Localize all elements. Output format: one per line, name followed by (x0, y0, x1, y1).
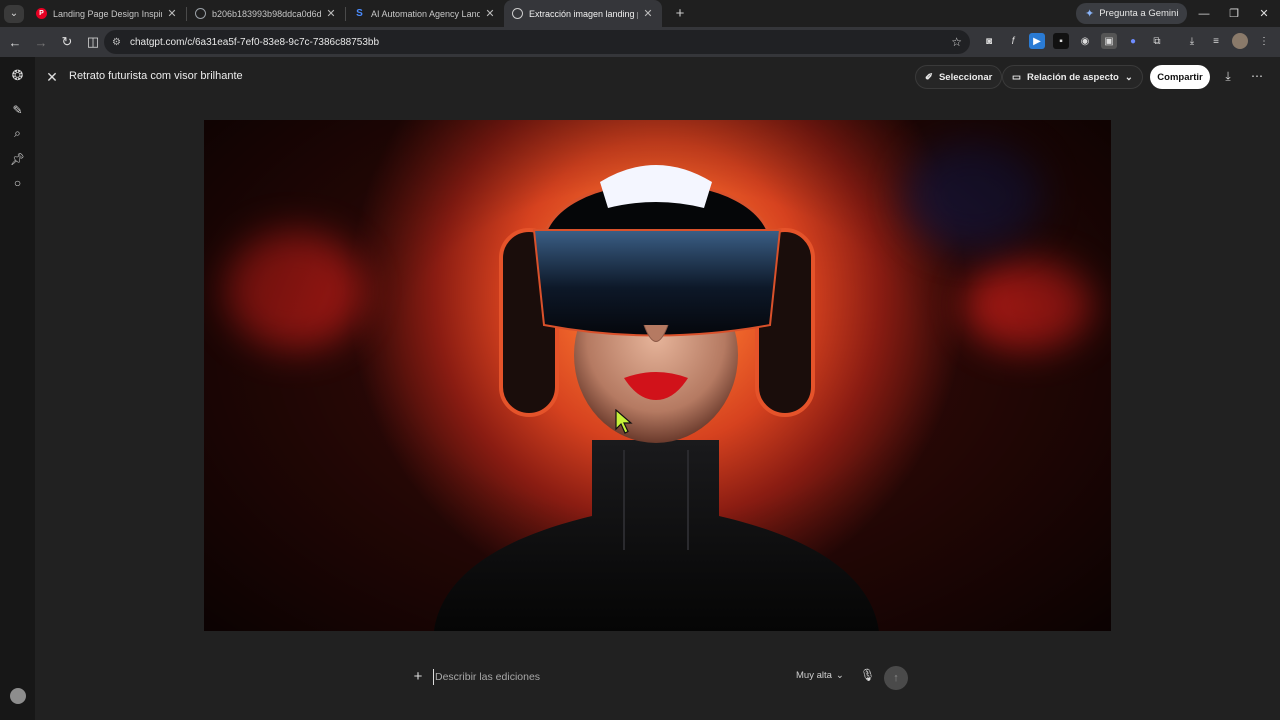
chatgpt-logo-icon[interactable]: ❂ (9, 67, 26, 84)
describe-edits-input[interactable] (433, 669, 773, 685)
new-chat-icon[interactable]: ✎ (9, 101, 26, 118)
tab-title: Extracción imagen landing pag (529, 8, 638, 19)
split-view-icon[interactable]: ◫ (81, 30, 105, 54)
browser-menu-icon[interactable]: ⋮ (1256, 33, 1272, 49)
brush-icon: ✐ (925, 71, 933, 83)
back-arrow-icon[interactable]: ← (3, 30, 27, 54)
browser-tab[interactable]: P Landing Page Design Inspiratio ✕ (28, 0, 186, 27)
more-options-icon[interactable]: ⋯ (1249, 69, 1265, 83)
gemini-spark-icon: ✦ (1085, 8, 1095, 20)
close-window-icon[interactable]: ✕ (1248, 0, 1280, 27)
profile-avatar[interactable] (1232, 33, 1248, 49)
globe-icon (195, 8, 206, 19)
circle-extension-icon[interactable]: ◉ (1077, 33, 1093, 49)
chatgpt-image-editor: ❂ ✎ ⌕ 📌︎ ○ ✕ Retrato futurista com visor… (0, 57, 1280, 720)
camera-extension-icon[interactable]: ◙ (981, 33, 997, 49)
aspect-ratio-label: Relación de aspecto (1026, 71, 1119, 83)
blue-extension-icon[interactable]: ▶ (1029, 33, 1045, 49)
aspect-ratio-button[interactable]: ▭ Relación de aspecto ⌄ (1002, 65, 1143, 89)
quality-label: Muy alta (796, 670, 832, 681)
microphone-icon[interactable]: 🎙︎ (860, 668, 875, 682)
tab-title: AI Automation Agency Landing (371, 8, 480, 19)
pin-icon[interactable]: 📌︎ (9, 150, 26, 167)
select-button[interactable]: ✐ Seleccionar (915, 65, 1003, 89)
ask-gemini-button[interactable]: ✦ Pregunta a Gemini (1076, 3, 1188, 24)
downloads-icon[interactable]: ⤓ (1184, 33, 1200, 49)
reading-list-icon[interactable]: ≡ (1208, 33, 1224, 49)
chatgpt-icon (512, 8, 523, 19)
chevron-down-icon: ⌄ (1124, 71, 1133, 83)
new-tab-plus-icon[interactable]: + (670, 5, 690, 22)
grey-extension-icon[interactable]: ▣ (1101, 33, 1117, 49)
aspect-ratio-icon: ▭ (1012, 71, 1021, 83)
tab-close-icon[interactable]: ✕ (325, 7, 337, 20)
site-settings-icon[interactable]: ⚙ (112, 37, 121, 48)
pinterest-icon: P (36, 8, 47, 19)
bookmark-star-icon[interactable]: ☆ (951, 35, 962, 49)
tab-close-icon[interactable]: ✕ (484, 7, 496, 20)
tab-close-icon[interactable]: ✕ (642, 7, 654, 20)
url-text: chatgpt.com/c/6a31ea5f-7ef0-83e8-9c7c-73… (129, 36, 380, 48)
tab-search-menu-button[interactable]: ⌄ (4, 4, 24, 23)
mouse-cursor-icon (615, 409, 633, 434)
browser-tab[interactable]: S AI Automation Agency Landing ✕ (346, 0, 504, 27)
reload-icon[interactable]: ↻ (55, 30, 79, 54)
extensions-puzzle-icon[interactable]: ⧉ (1149, 33, 1165, 49)
gemini-label: Pregunta a Gemini (1099, 8, 1179, 19)
user-avatar[interactable] (10, 688, 26, 704)
address-bar[interactable]: ⚙ chatgpt.com/c/6a31ea5f-7ef0-83e8-9c7c-… (104, 30, 970, 54)
restore-icon[interactable]: ❐ (1218, 0, 1250, 27)
tab-title: Landing Page Design Inspiratio (53, 8, 162, 19)
close-icon[interactable]: ✕ (45, 69, 59, 86)
portrait-figure (434, 165, 879, 631)
s-logo-icon: S (356, 8, 363, 19)
chevron-down-icon: ⌄ (835, 670, 844, 681)
download-icon[interactable]: ⤓ (1220, 69, 1236, 84)
chat-bubble-icon[interactable]: ○ (9, 174, 26, 191)
browser-tab-strip: ⌄ P Landing Page Design Inspiratio ✕ b20… (0, 0, 1280, 27)
send-button[interactable]: ↑ (884, 666, 908, 690)
generated-image[interactable] (204, 120, 1111, 631)
search-icon[interactable]: ⌕ (9, 125, 26, 142)
blue-circle-extension-icon[interactable]: ● (1125, 33, 1141, 49)
chevron-down-icon: ⌄ (9, 8, 19, 19)
minimize-icon[interactable]: — (1188, 0, 1220, 27)
add-attachment-plus-icon[interactable]: + (410, 668, 426, 685)
share-button[interactable]: Compartir (1150, 65, 1210, 89)
arrow-up-icon: ↑ (893, 672, 899, 684)
select-label: Seleccionar (938, 71, 993, 83)
forward-arrow-icon[interactable]: → (29, 30, 53, 54)
left-rail: ❂ ✎ ⌕ 📌︎ ○ (0, 57, 35, 720)
browser-tab-active[interactable]: Extracción imagen landing pag ✕ (504, 0, 662, 27)
browser-tab[interactable]: b206b183993b98ddca0d6db0 ✕ (187, 0, 345, 27)
tab-title: b206b183993b98ddca0d6db0 (212, 8, 321, 19)
font-extension-icon[interactable]: f (1005, 33, 1021, 49)
image-title: Retrato futurista com visor brilhante (69, 70, 243, 82)
tab-close-icon[interactable]: ✕ (166, 7, 178, 20)
quality-dropdown[interactable]: Muy alta ⌄ (796, 670, 844, 681)
dark-extension-icon[interactable]: ▪ (1053, 33, 1069, 49)
